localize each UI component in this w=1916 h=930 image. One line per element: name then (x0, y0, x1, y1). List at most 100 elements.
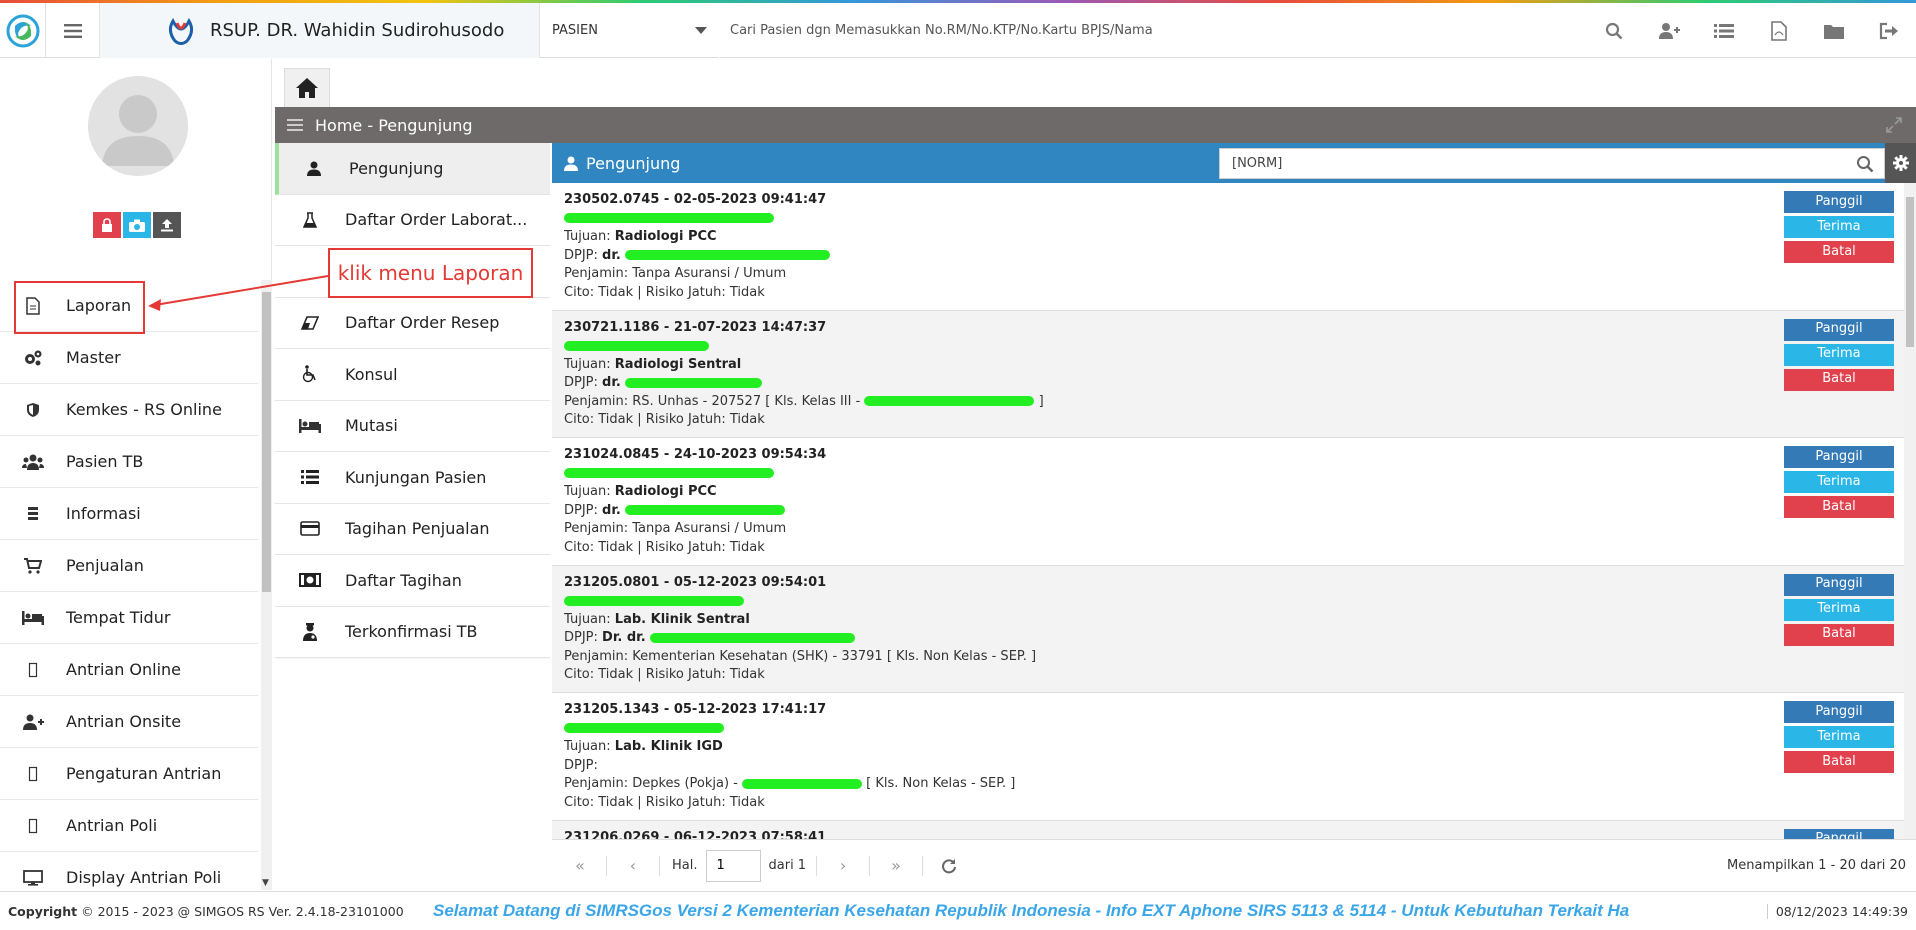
sidebar-menu: Laporan Master Kemkes - RS Online Pasien TB… (0, 280, 258, 904)
search-type-value: PASIEN (552, 23, 598, 38)
first-page-icon[interactable]: « (560, 856, 600, 875)
sidebar-item-kemkes-rs-online[interactable]: Kemkes - RS Online (0, 384, 258, 436)
batal-button[interactable]: Batal (1784, 496, 1894, 518)
sidebar-item-antrian-onsite[interactable]: Antrian Onsite (0, 696, 258, 748)
norm-search-input[interactable]: [NORM] (1219, 148, 1885, 179)
sidebar-item-antrian-online[interactable]: Antrian Online (0, 644, 258, 696)
terima-button[interactable]: Terima (1784, 726, 1894, 748)
hamburger-menu-button[interactable] (46, 3, 100, 58)
expand-icon[interactable] (1886, 117, 1902, 137)
submenu-item-daftar-order-resep[interactable]: Daftar Order Resep (275, 297, 550, 349)
search-icon[interactable] (1586, 3, 1641, 58)
penjamin-suffix: [ Kls. Non Kelas - SEP. ] (866, 776, 1016, 791)
next-page-icon[interactable]: › (823, 856, 863, 875)
search-icon[interactable] (1856, 155, 1874, 177)
home-button[interactable] (284, 68, 330, 108)
gear-icon[interactable] (1885, 143, 1916, 183)
sidebar-item-label: Tempat Tidur (66, 608, 171, 627)
panggil-button[interactable]: Panggil (1784, 573, 1894, 596)
list-item[interactable]: 231205.1343 - 05-12-2023 17:41:17 Tujuan:… (552, 693, 1904, 821)
submenu-item-mutasi[interactable]: Mutasi (275, 400, 550, 452)
pager-info: Menampilkan 1 - 20 dari 20 (1727, 858, 1906, 873)
penjamin-value: Depkes (Pokja) - (632, 776, 738, 791)
dpjp-value: dr. (602, 247, 621, 263)
pdf-icon[interactable] (1751, 3, 1806, 58)
folder-icon[interactable] (1806, 3, 1861, 58)
prev-page-icon[interactable]: ‹ (613, 856, 653, 875)
sidebar-item-pasien-tb[interactable]: Pasien TB (0, 436, 258, 488)
copyright-c-icon: © (81, 903, 94, 919)
sidebar-item-master[interactable]: Master (0, 332, 258, 384)
submenu-item-daftar-order-laborat[interactable]: Daftar Order Laborat... (275, 194, 550, 246)
submenu-item-pengunjung[interactable]: Pengunjung (275, 143, 550, 195)
header-toolbar (1586, 3, 1916, 58)
scroll-down-icon[interactable]: ▼ (262, 878, 269, 888)
lock-button[interactable] (93, 212, 121, 238)
camera-button[interactable] (123, 212, 151, 238)
list-item[interactable]: 230502.0745 - 02-05-2023 09:41:47 Tujuan:… (552, 183, 1904, 311)
list-item[interactable]: 231205.0801 - 05-12-2023 09:54:01 Tujuan:… (552, 565, 1904, 693)
dpjp-line: DPJP: dr. (564, 374, 1892, 393)
visit-header: 231206.0269 - 06-12-2023 07:58:41 (564, 829, 827, 840)
batal-button[interactable]: Batal (1784, 623, 1894, 646)
dpjp-line: DPJP: Dr. dr. (564, 629, 1892, 648)
terima-button[interactable]: Terima (1784, 343, 1894, 366)
list-item[interactable]: 231024.0845 - 24-10-2023 09:54:34 Tujuan:… (552, 438, 1904, 566)
sidebar-item-label: Antrian Online (66, 660, 182, 679)
page-input[interactable] (705, 849, 761, 882)
dpjp-redacted (625, 377, 762, 388)
submenu-item-label: Kunjungan Pasien (345, 467, 487, 487)
terima-button[interactable]: Terima (1784, 471, 1894, 493)
search-type-select[interactable]: PASIEN (540, 3, 720, 58)
sidebar-item-informasi[interactable]: Informasi (0, 488, 258, 540)
tujuan-line: Tujuan: Radiologi Sentral (564, 356, 742, 372)
submenu-item-daftar-tagihan[interactable]: Daftar Tagihan (275, 555, 550, 607)
sidebar-item-label: Display Antrian Poli (66, 868, 222, 887)
batal-button[interactable]: Batal (1784, 368, 1894, 391)
submenu-item-konsul[interactable]: Konsul (275, 349, 550, 401)
batal-button[interactable]: Batal (1784, 751, 1894, 773)
panggil-button[interactable]: Panggil (1784, 828, 1894, 839)
last-page-icon[interactable]: » (876, 856, 916, 875)
scrollbar-thumb[interactable] (262, 292, 271, 592)
copyright: Copyright © 2015 - 2023 @ SIMGOS RS Ver.… (0, 904, 415, 919)
info-icon (0, 506, 66, 522)
sidebar-item-label: Pasien TB (66, 452, 144, 471)
logout-icon[interactable] (1861, 3, 1916, 58)
sidebar-item-label: Antrian Poli (66, 816, 158, 835)
user-avatar (88, 76, 188, 176)
footer: Copyright © 2015 - 2023 @ SIMGOS RS Ver.… (0, 891, 1916, 930)
patient-search-input[interactable]: Cari Pasien dgn Memasukkan No.RM/No.KTP/… (730, 3, 1600, 58)
list-item[interactable]: 231206.0269 - 06-12-2023 07:58:41 Panggil… (552, 820, 1904, 840)
scrollbar-thumb[interactable] (1906, 197, 1914, 347)
refresh-icon[interactable] (929, 858, 969, 874)
list-scrollbar[interactable] (1904, 183, 1916, 839)
panggil-button[interactable]: Panggil (1784, 701, 1894, 723)
sidebar-item-tempat-tidur[interactable]: Tempat Tidur (0, 592, 258, 644)
sidebar-item-label: Antrian Onsite (66, 712, 182, 731)
terima-button[interactable]: Terima (1784, 216, 1894, 238)
sidebar-item-penjualan[interactable]: Penjualan (0, 540, 258, 592)
patient-name-redacted (564, 465, 1892, 484)
list-icon[interactable] (1696, 3, 1751, 58)
sidebar-item-pengaturan-antrian[interactable]: Pengaturan Antrian (0, 748, 258, 800)
breadcrumb: Home - Pengunjung (315, 115, 473, 135)
tujuan-line: Tujuan: Lab. Klinik Sentral (564, 611, 750, 627)
hamburger-icon[interactable] (275, 119, 315, 131)
submenu-item-tagihan-penjualan[interactable]: Tagihan Penjualan (275, 503, 550, 555)
app-logo[interactable] (0, 3, 46, 58)
upload-button[interactable] (153, 212, 181, 238)
add-user-icon[interactable] (1641, 3, 1696, 58)
patient-name-redacted (564, 720, 1892, 739)
panggil-button[interactable]: Panggil (1784, 191, 1894, 213)
submenu-item-kunjungan-pasien[interactable]: Kunjungan Pasien (275, 452, 550, 504)
submenu-item-label: Daftar Order Resep (345, 313, 500, 333)
list-item[interactable]: 230721.1186 - 21-07-2023 14:47:37 Tujuan:… (552, 310, 1904, 438)
terima-button[interactable]: Terima (1784, 598, 1894, 621)
panggil-button[interactable]: Panggil (1784, 446, 1894, 468)
sidebar-scrollbar[interactable]: ▼ (261, 280, 272, 890)
panggil-button[interactable]: Panggil (1784, 318, 1894, 341)
submenu-item-terkonfirmasi-tb[interactable]: Terkonfirmasi TB (275, 606, 550, 658)
sidebar-item-antrian-poli[interactable]: Antrian Poli (0, 800, 258, 852)
batal-button[interactable]: Batal (1784, 241, 1894, 263)
